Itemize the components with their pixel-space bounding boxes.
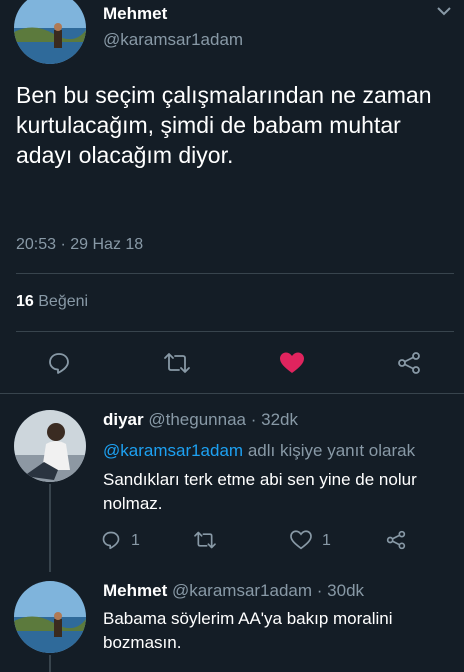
reply-to-mention[interactable]: @karamsar1adam: [103, 441, 243, 460]
reply-time: · 30dk: [316, 581, 365, 600]
reply-to-label: adlı kişiye yanıt olarak: [247, 441, 416, 460]
tweet-text: Ben bu seçim çalışmalarından ne zaman ku…: [16, 82, 432, 168]
reply-author-handle[interactable]: @karamsar1adam: [172, 581, 312, 600]
chevron-down-icon[interactable]: [436, 6, 452, 16]
retweet-icon[interactable]: [193, 530, 217, 550]
like-heart-icon[interactable]: [279, 351, 305, 375]
reply-count: 1: [131, 532, 140, 549]
reply-text: Sandıkları terk etme abi sen yine de nol…: [103, 470, 417, 513]
reply-author-name[interactable]: diyar: [103, 410, 144, 429]
reply-header: diyar @thegunnaa · 32dk: [103, 410, 298, 430]
share-icon[interactable]: [397, 351, 421, 375]
reply-header: Mehmet @karamsar1adam · 30dk: [103, 581, 364, 601]
likes-count: 16: [16, 293, 34, 310]
reply-time: · 32dk: [250, 410, 298, 429]
tweet-timestamp: 20:53 · 29 Haz 18: [16, 236, 144, 253]
heart-icon[interactable]: [290, 530, 312, 550]
reply-text: Babama söylerim AA'ya bakıp moralini boz…: [103, 609, 393, 652]
author-name[interactable]: Mehmet: [103, 4, 167, 24]
likes-stat[interactable]: 16 Beğeni: [16, 293, 88, 311]
like-count: 1: [322, 532, 331, 549]
avatar[interactable]: [14, 581, 86, 653]
thread-line: [49, 484, 51, 572]
reply-icon[interactable]: [101, 530, 121, 550]
author-handle[interactable]: @karamsar1adam: [103, 30, 243, 50]
avatar[interactable]: [14, 0, 86, 64]
reply-icon[interactable]: [47, 351, 71, 375]
divider: [16, 331, 454, 332]
reply-context: @karamsar1adam adlı kişiye yanıt olarak: [103, 441, 415, 461]
thread-line: [49, 655, 51, 672]
likes-label: Beğeni: [38, 293, 89, 310]
reply-author-handle[interactable]: @thegunnaa: [148, 410, 246, 429]
divider: [16, 273, 454, 274]
avatar[interactable]: [14, 410, 86, 482]
reply-author-name[interactable]: Mehmet: [103, 581, 167, 600]
divider: [0, 393, 464, 394]
share-icon[interactable]: [386, 530, 406, 550]
retweet-icon[interactable]: [163, 351, 191, 375]
